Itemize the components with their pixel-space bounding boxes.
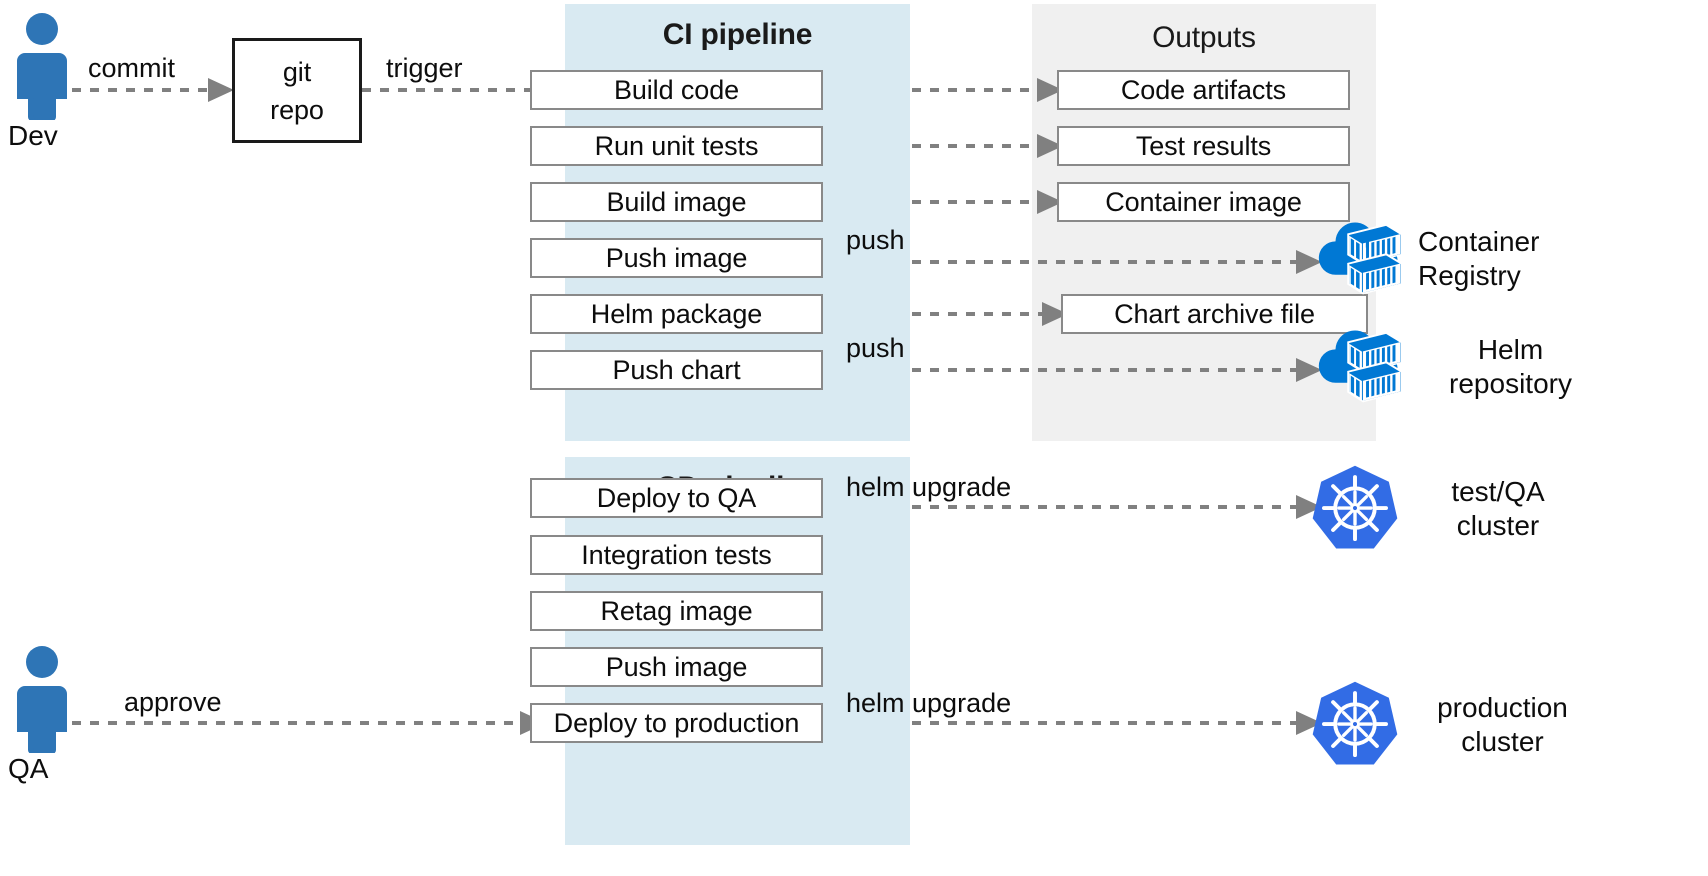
edge-label-helm-upgrade-qa: helm upgrade [846, 472, 1012, 502]
ci-stage-push-image[interactable]: Push image [530, 238, 823, 278]
output-code-artifacts[interactable]: Code artifacts [1057, 70, 1350, 110]
git-repo-label-line2: repo [270, 94, 324, 125]
production-cluster-label: production cluster [1410, 691, 1700, 759]
cd-stage-label: Push image [605, 652, 748, 682]
cd-stage-label: Deploy to production [553, 708, 800, 738]
output-container-image[interactable]: Container image [1057, 182, 1350, 222]
kubernetes-icon [1312, 465, 1398, 549]
edge-label-commit: commit [88, 53, 175, 83]
test-qa-cluster-label: test/QA cluster [1418, 475, 1698, 543]
ci-stage-build-image[interactable]: Build image [530, 182, 823, 222]
cd-stage-label: Integration tests [581, 540, 772, 570]
cloud-container-registry-icon [1318, 222, 1403, 295]
kubernetes-icon [1312, 681, 1398, 765]
production-cluster-label-line2: cluster [1461, 726, 1544, 757]
edge-label-approve: approve [124, 687, 222, 717]
ci-stage-label: Build code [613, 75, 740, 105]
cd-stage-push-image[interactable]: Push image [530, 647, 823, 687]
edge-label-push-chart: push [846, 333, 905, 363]
container-registry-label-line2: Registry [1418, 260, 1521, 291]
test-qa-cluster-node[interactable] [1308, 462, 1402, 556]
container-registry-label-line1: Container [1418, 226, 1540, 257]
diagram-canvas: CI pipeline CD pipeline Outputs [0, 0, 1708, 876]
helm-repository-label-line1: Helm [1477, 334, 1544, 365]
actor-qa-label: QA [8, 753, 49, 784]
container-registry-node[interactable] [1310, 212, 1408, 310]
ci-stage-label: Push image [605, 243, 748, 273]
cd-stage-deploy-to-production[interactable]: Deploy to production [530, 703, 823, 743]
ci-stage-label: Push chart [612, 355, 741, 385]
cd-stage-retag-image[interactable]: Retag image [530, 591, 823, 631]
ci-stage-helm-package[interactable]: Helm package [530, 294, 823, 334]
helm-repository-node[interactable] [1310, 320, 1408, 418]
cd-stage-integration-tests[interactable]: Integration tests [530, 535, 823, 575]
cloud-container-registry-icon [1318, 330, 1403, 403]
ci-stage-label: Helm package [590, 299, 763, 329]
production-cluster-node[interactable] [1308, 678, 1402, 772]
test-qa-cluster-label-line2: cluster [1456, 510, 1540, 541]
actor-dev [12, 10, 72, 121]
output-label: Chart archive file [1114, 299, 1315, 329]
output-test-results[interactable]: Test results [1057, 126, 1350, 166]
edge-label-helm-upgrade-prod: helm upgrade [846, 688, 1012, 718]
container-registry-label: Container Registry [1418, 225, 1688, 293]
person-icon [17, 646, 67, 754]
output-label: Test results [1135, 131, 1272, 161]
output-label: Container image [1105, 187, 1302, 217]
ci-stage-label: Run unit tests [594, 131, 759, 161]
ci-stage-label: Build image [606, 187, 747, 217]
cd-stage-deploy-to-qa[interactable]: Deploy to QA [530, 478, 823, 518]
ci-stage-build-code[interactable]: Build code [530, 70, 823, 110]
edge-label-trigger: trigger [386, 53, 463, 83]
edge-label-push-image: push [846, 225, 905, 255]
cd-stage-label: Retag image [600, 596, 753, 626]
person-icon [17, 13, 67, 121]
output-label: Code artifacts [1120, 75, 1287, 105]
test-qa-cluster-label-line1: test/QA [1451, 476, 1545, 507]
cd-stage-label: Deploy to QA [596, 483, 757, 513]
ci-pipeline-title: CI pipeline [662, 18, 813, 51]
helm-repository-label-line2: repository [1449, 368, 1572, 399]
helm-repository-label: Helm repository [1418, 333, 1698, 401]
git-repo-node[interactable]: git repo [232, 38, 362, 143]
git-repo-label-line1: git [282, 56, 312, 87]
production-cluster-label-line1: production [1437, 692, 1568, 723]
ci-stage-run-unit-tests[interactable]: Run unit tests [530, 126, 823, 166]
actor-dev-label: Dev [8, 120, 58, 151]
git-repo-label: git repo [270, 53, 324, 129]
outputs-title: Outputs [1152, 21, 1256, 54]
actor-qa [12, 643, 72, 754]
ci-stage-push-chart[interactable]: Push chart [530, 350, 823, 390]
